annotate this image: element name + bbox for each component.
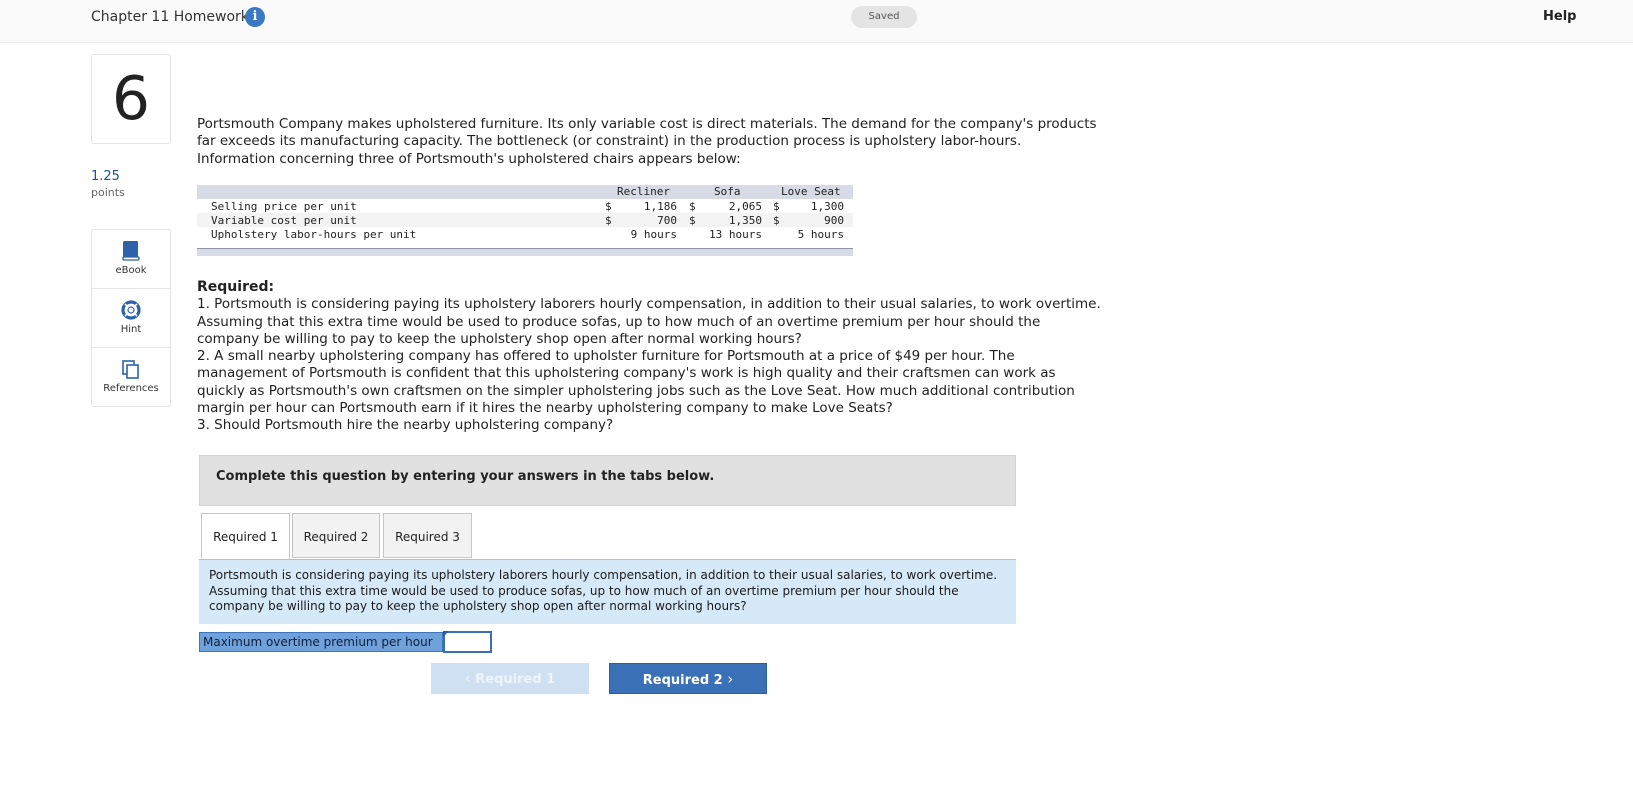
ebook-button[interactable]: eBook (92, 230, 170, 289)
row-label: Selling price per unit (211, 200, 357, 213)
currency-sign: $ (689, 200, 696, 213)
assignment-title: Chapter 11 Homework (91, 9, 249, 25)
tools-panel: eBook Hint References (91, 229, 171, 407)
points-label: points (91, 186, 125, 199)
question-number: 6 (91, 54, 171, 144)
table-cell: 900 (824, 214, 844, 227)
table-footer (197, 248, 853, 256)
tab-required-2[interactable]: Required 2 (292, 513, 380, 558)
hint-label: Hint (120, 324, 142, 335)
points-value: 1.25 (91, 169, 120, 184)
currency-sign: $ (689, 214, 696, 227)
next-button-label: Required 2 (642, 673, 723, 688)
table-cell: 1,300 (810, 200, 844, 213)
help-link[interactable]: Help (1543, 9, 1576, 24)
lifebuoy-icon (121, 300, 141, 320)
required-section: Required: 1. Portsmouth is considering p… (197, 279, 1102, 435)
table-cell: 9 hours (630, 228, 677, 241)
ebook-label: eBook (115, 265, 147, 276)
product-data-table: Recliner Sofa Love Seat Selling price pe… (197, 185, 853, 256)
instructions-box: Complete this question by entering your … (199, 455, 1016, 506)
input-corner-marker (443, 631, 449, 637)
currency-sign: $ (605, 200, 612, 213)
overtime-premium-input[interactable] (443, 631, 492, 653)
row-label: Variable cost per unit (211, 214, 357, 227)
chevron-right-icon: › (727, 670, 734, 688)
tab-required-3[interactable]: Required 3 (383, 513, 472, 558)
previous-button-label: Required 1 (475, 672, 556, 687)
problem-statement: Portsmouth Company makes upholstered fur… (197, 116, 1097, 167)
tab-required-1[interactable]: Required 1 (201, 513, 290, 559)
currency-sign: $ (773, 214, 780, 227)
chevron-left-icon: ‹ (464, 669, 471, 687)
book-icon (122, 241, 140, 261)
table-cell: 5 hours (797, 228, 844, 241)
saved-status-badge: Saved (851, 6, 917, 28)
required-item-2: 2. A small nearby upholstering company h… (197, 348, 1075, 417)
table-cell: 13 hours (709, 228, 762, 241)
references-button[interactable]: References (92, 348, 170, 406)
answer-tabs: Required 1 Required 2 Required 3 (199, 513, 1016, 560)
table-cell: 1,350 (728, 214, 762, 227)
currency-sign: $ (605, 214, 612, 227)
table-cell: 700 (657, 214, 677, 227)
column-header-love-seat: Love Seat (781, 185, 841, 198)
currency-sign: $ (773, 200, 780, 213)
copy-pages-icon (122, 360, 139, 379)
table-cell: 2,065 (728, 200, 762, 213)
info-icon[interactable]: i (245, 7, 265, 27)
references-label: References (103, 383, 159, 394)
required-item-1: 1. Portsmouth is considering paying its … (197, 296, 1101, 347)
row-label: Upholstery labor-hours per unit (211, 228, 417, 241)
previous-button[interactable]: ‹ Required 1 (431, 663, 589, 694)
next-button[interactable]: Required 2 › (609, 663, 767, 694)
required-heading: Required: (197, 279, 275, 295)
active-question-prompt: Portsmouth is considering paying its uph… (199, 560, 1016, 624)
instructions-text: Complete this question by entering your … (216, 469, 715, 484)
hint-button[interactable]: Hint (92, 289, 170, 348)
required-item-3: 3. Should Portsmouth hire the nearby uph… (197, 417, 614, 434)
answer-row-label: Maximum overtime premium per hour (199, 632, 443, 652)
table-cell: 1,186 (643, 200, 677, 213)
column-header-sofa: Sofa (714, 185, 741, 198)
column-header-recliner: Recliner (617, 185, 670, 198)
top-bar: Chapter 11 Homework i Saved Help (0, 0, 1633, 43)
table-header-row (197, 185, 853, 199)
